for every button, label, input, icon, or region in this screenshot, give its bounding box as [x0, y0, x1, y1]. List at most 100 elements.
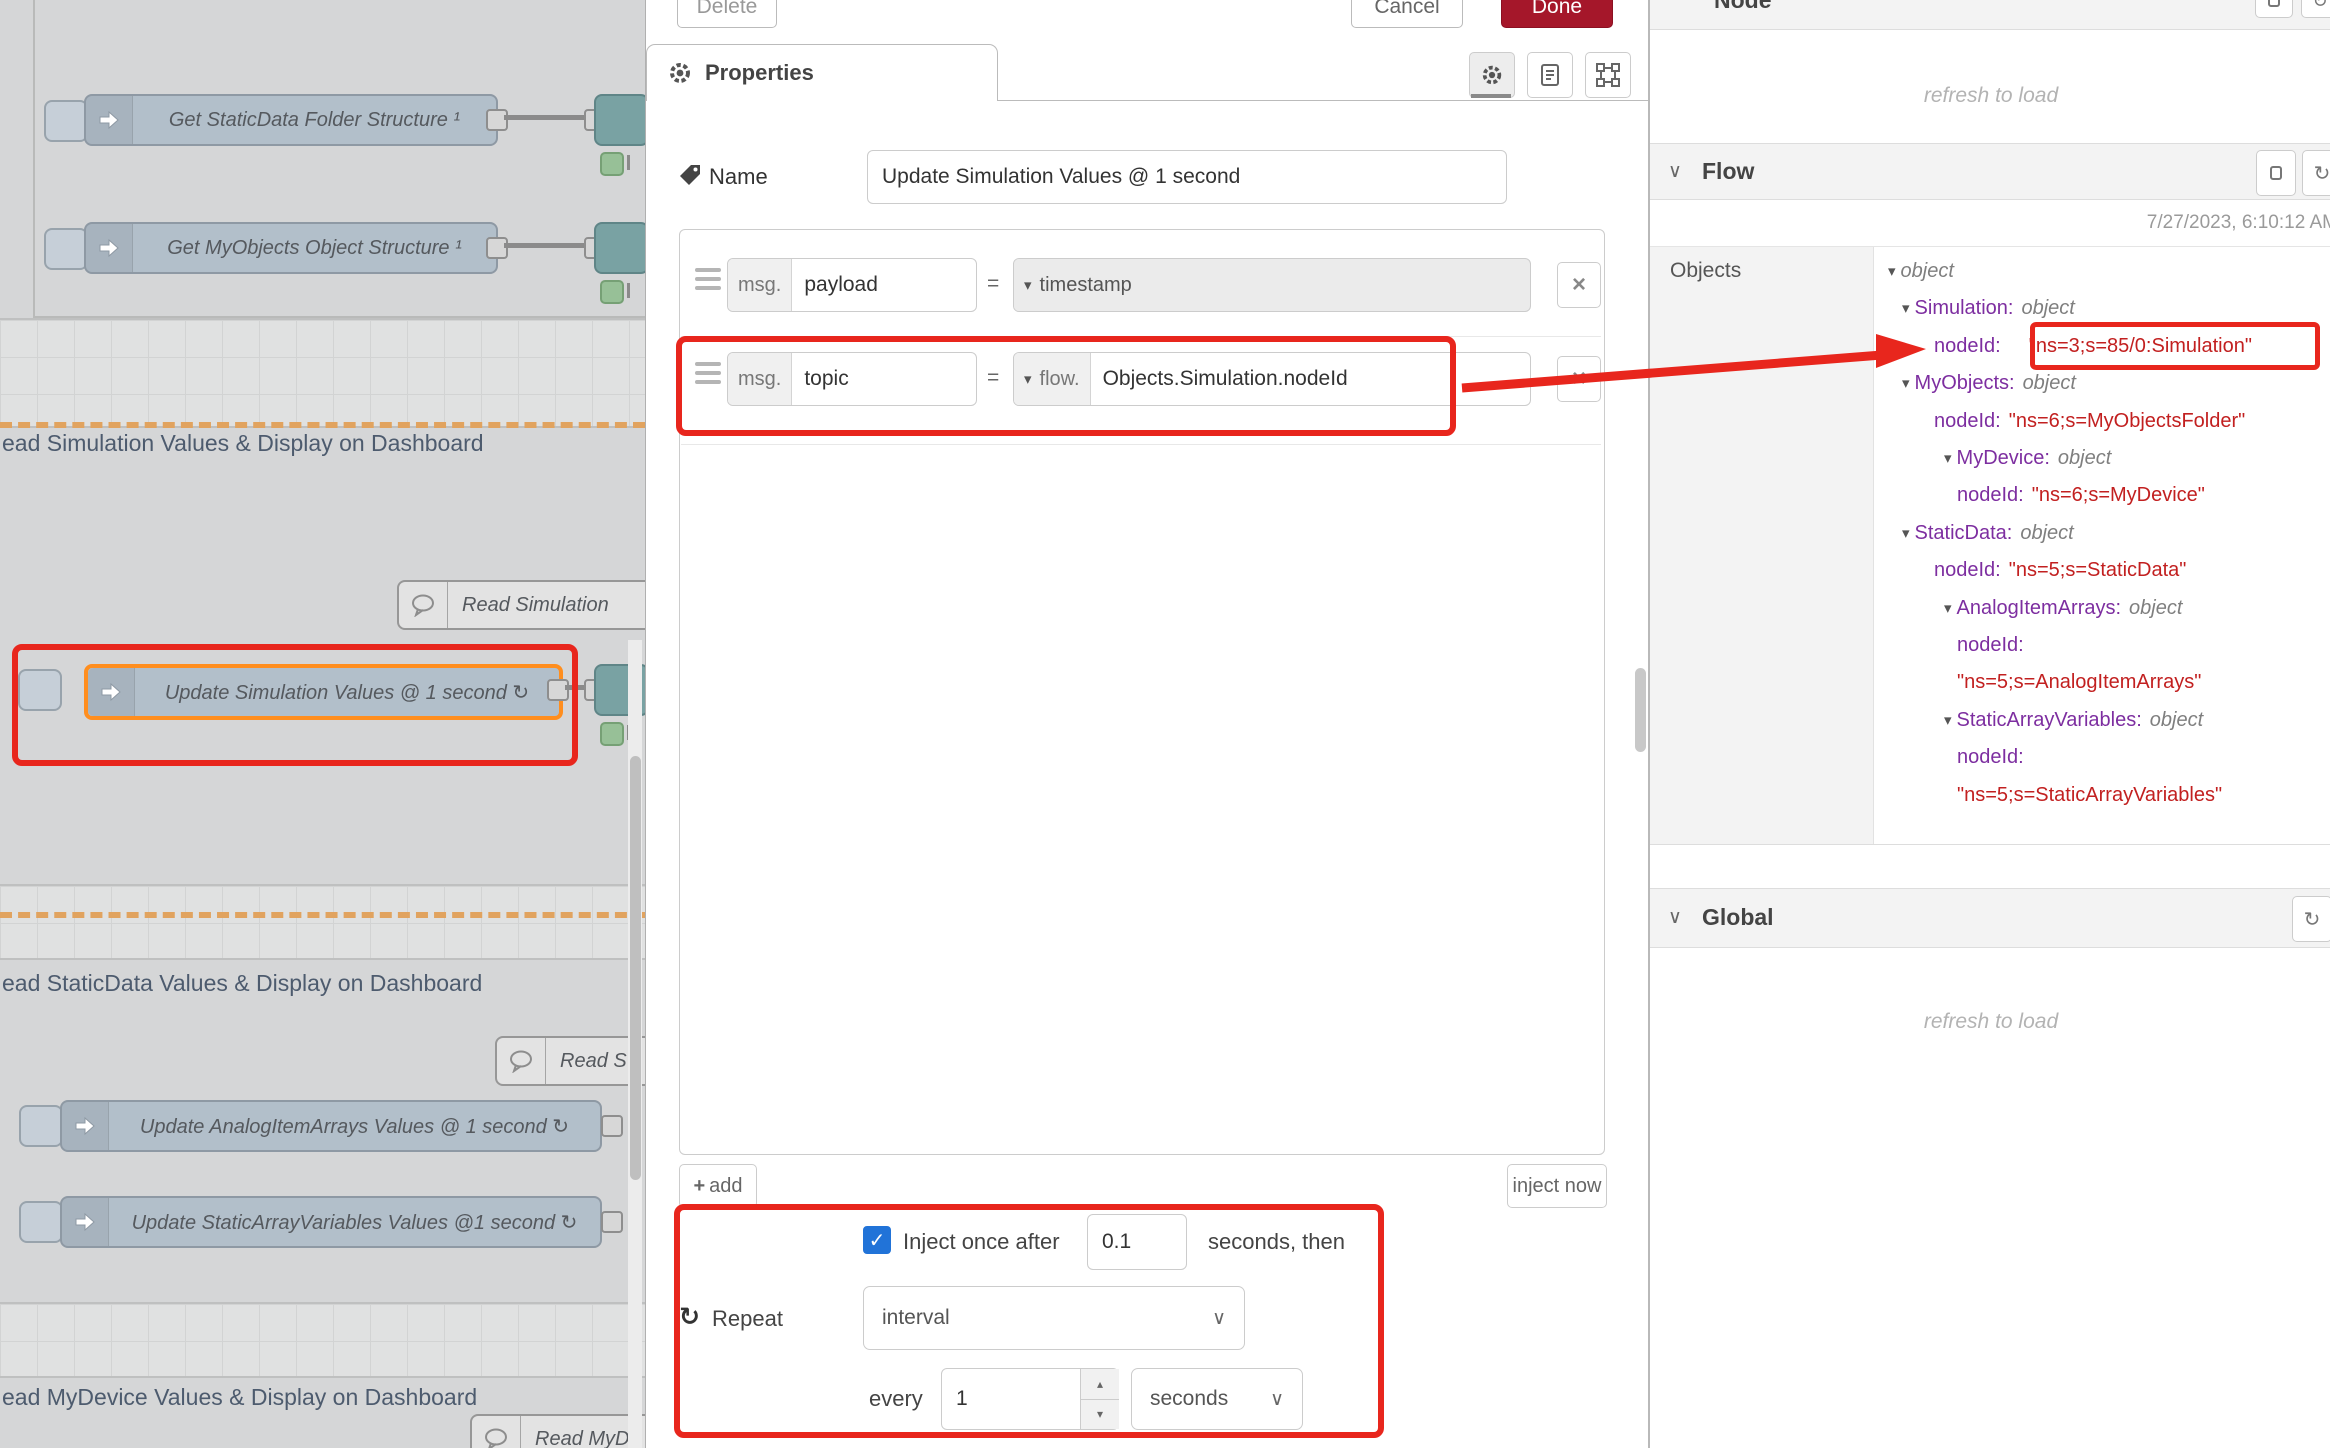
tree-row[interactable]: nodeId: "ns=6;s=MyObjectsFolder" [1874, 402, 2330, 440]
remove-rule-button[interactable]: × [1557, 356, 1601, 402]
inject-delay-input[interactable] [1087, 1214, 1187, 1270]
global-refresh-icon-button[interactable]: ↻ [2292, 896, 2330, 942]
inject-once-label: Inject once after [903, 1229, 1060, 1255]
inject-trigger-button[interactable] [44, 100, 88, 142]
type-select[interactable]: ▾timestamp [1014, 259, 1142, 311]
tree-row[interactable]: ▾ MyDevice: object [1874, 439, 2330, 477]
tree-row[interactable]: ▾ StaticData: object [1874, 514, 2330, 552]
node-refresh-icon-button[interactable]: ↻ [2301, 0, 2330, 18]
description-icon-button[interactable] [1527, 52, 1573, 98]
name-input[interactable] [867, 150, 1507, 204]
type-label: timestamp [1040, 274, 1132, 297]
group-border-bottom [33, 316, 645, 318]
tree-row[interactable]: nodeId: [1874, 626, 2330, 664]
group-gap-band [0, 318, 645, 428]
msg-topic-input[interactable]: msg. topic [727, 352, 977, 406]
repeat-icon: ↻ [679, 1302, 700, 1332]
tree-row[interactable]: ▾ AnalogItemArrays: object [1874, 589, 2330, 627]
refresh-icon: ↻ [2314, 161, 2330, 186]
inject-node[interactable]: Update AnalogItemArrays Values @ 1 secon… [60, 1100, 602, 1152]
tree-expand-icon[interactable]: ▾ [1902, 524, 1910, 542]
msg-payload-input[interactable]: msg. payload [727, 258, 977, 312]
status-text-clipped [627, 155, 630, 170]
number-spinner[interactable]: ▴ ▾ [1080, 1369, 1119, 1429]
remove-rule-button[interactable]: × [1557, 262, 1601, 308]
tree-row[interactable]: "ns=5;s=StaticArrayVariables" [1874, 776, 2330, 814]
comment-bubble-icon [497, 1038, 546, 1084]
tree-row[interactable]: ▾ MyObjects: object [1874, 364, 2330, 402]
comment-node[interactable]: Read Simulation [397, 580, 645, 630]
opcua-node[interactable] [594, 222, 645, 274]
delete-button[interactable]: Delete [677, 0, 777, 28]
tree-row[interactable]: nodeId: "ns=3;s=85/0:Simulation" [1874, 327, 2330, 365]
tree-row[interactable]: ▾ StaticArrayVariables: object [1874, 701, 2330, 739]
wire [504, 243, 586, 248]
inject-trigger-button[interactable] [18, 669, 62, 711]
add-rule-button[interactable]: +add [679, 1164, 757, 1208]
tree-row[interactable]: nodeId: "ns=6;s=MyDevice" [1874, 476, 2330, 514]
inject-node-selected[interactable]: Update Simulation Values @ 1 second ↻ [84, 664, 563, 720]
appearance-icon-button[interactable] [1585, 52, 1631, 98]
drag-handle-icon[interactable] [695, 268, 721, 290]
tray-scrollbar-handle[interactable] [1635, 668, 1646, 752]
spin-down-icon: ▾ [1081, 1400, 1119, 1430]
inject-trigger-button[interactable] [19, 1201, 63, 1243]
tree-row[interactable]: nodeId: "ns=5;s=StaticData" [1874, 551, 2330, 589]
inject-trigger-button[interactable] [44, 228, 88, 270]
tree-expand-icon[interactable]: ▾ [1888, 262, 1896, 280]
tree-key: nodeId: [1957, 484, 2024, 507]
tree-expand-icon[interactable]: ▾ [1902, 299, 1910, 317]
flow-refresh-icon-button[interactable]: ↻ [2302, 150, 2330, 196]
payload-value [1142, 259, 1166, 311]
chevron-down-icon: ∨ [1212, 1307, 1226, 1330]
flow-copy-icon-button[interactable] [2256, 150, 2296, 196]
tree-expand-icon[interactable]: ▾ [1944, 711, 1952, 729]
node-label: Get StaticData Folder Structure ¹ [133, 109, 496, 132]
tree-row[interactable]: ▾ object [1874, 252, 2330, 290]
interval-units-select[interactable]: seconds ∨ [1131, 1368, 1303, 1430]
tree-expand-icon[interactable]: ▾ [1944, 449, 1952, 467]
inject-trigger-button[interactable] [19, 1105, 63, 1147]
flow-section-header[interactable]: ∨ Flow [1650, 143, 2330, 200]
output-port[interactable] [486, 237, 508, 259]
tree-row[interactable]: "ns=5;s=AnalogItemArrays" [1874, 663, 2330, 701]
tree-value: "ns=6;s=MyObjectsFolder" [2009, 410, 2246, 433]
tree-expand-icon[interactable]: ▾ [1944, 599, 1952, 617]
tag-icon [677, 162, 703, 188]
flow-canvas[interactable]: Get StaticData Folder Structure ¹ Get My… [0, 0, 645, 1448]
tree-key: Simulation: [1915, 297, 2014, 320]
opcua-node[interactable] [594, 94, 645, 146]
tree-key: AnalogItemArrays: [1957, 597, 2122, 620]
done-button[interactable]: Done [1501, 0, 1613, 28]
comment-bubble-icon [399, 582, 448, 628]
repeat-select[interactable]: interval ∨ [863, 1286, 1245, 1350]
inject-node[interactable]: Get StaticData Folder Structure ¹ [84, 94, 498, 146]
drag-handle-icon[interactable] [695, 362, 721, 384]
tree-expand-icon[interactable]: ▾ [1902, 374, 1910, 392]
output-port[interactable] [486, 109, 508, 131]
tree-type: object [2150, 709, 2203, 732]
output-port[interactable] [601, 1211, 623, 1233]
output-port[interactable] [547, 679, 569, 701]
inject-node[interactable]: Update StaticArrayVariables Values @1 se… [60, 1196, 602, 1248]
global-section-header[interactable]: ∨ Global [1650, 888, 2330, 948]
type-select[interactable]: ▾flow. [1014, 353, 1091, 405]
msg-prefix: msg. [728, 259, 792, 311]
group-gap-band [0, 1302, 645, 1378]
edit-properties-icon-button[interactable] [1469, 52, 1515, 98]
inject-node[interactable]: Get MyObjects Object Structure ¹ [84, 222, 498, 274]
comment-node[interactable]: Read MyD [470, 1414, 645, 1448]
topic-value-input[interactable]: ▾flow. Objects.Simulation.nodeId [1013, 352, 1531, 406]
comment-node[interactable]: Read S [495, 1036, 645, 1086]
inject-now-button[interactable]: inject now [1507, 1164, 1607, 1208]
tree-row[interactable]: ▾ Simulation: object [1874, 289, 2330, 327]
tab-properties[interactable]: Properties [646, 44, 998, 101]
node-section-header[interactable]: Node [1650, 0, 2330, 30]
cancel-button[interactable]: Cancel [1351, 0, 1463, 28]
canvas-scrollbar-handle[interactable] [630, 756, 641, 1180]
output-port[interactable] [601, 1115, 623, 1137]
inject-once-checkbox[interactable]: ✓ [863, 1226, 891, 1254]
node-copy-icon-button[interactable] [2255, 0, 2293, 18]
tree-row[interactable]: nodeId: [1874, 738, 2330, 776]
payload-value-input[interactable]: ▾timestamp [1013, 258, 1531, 312]
